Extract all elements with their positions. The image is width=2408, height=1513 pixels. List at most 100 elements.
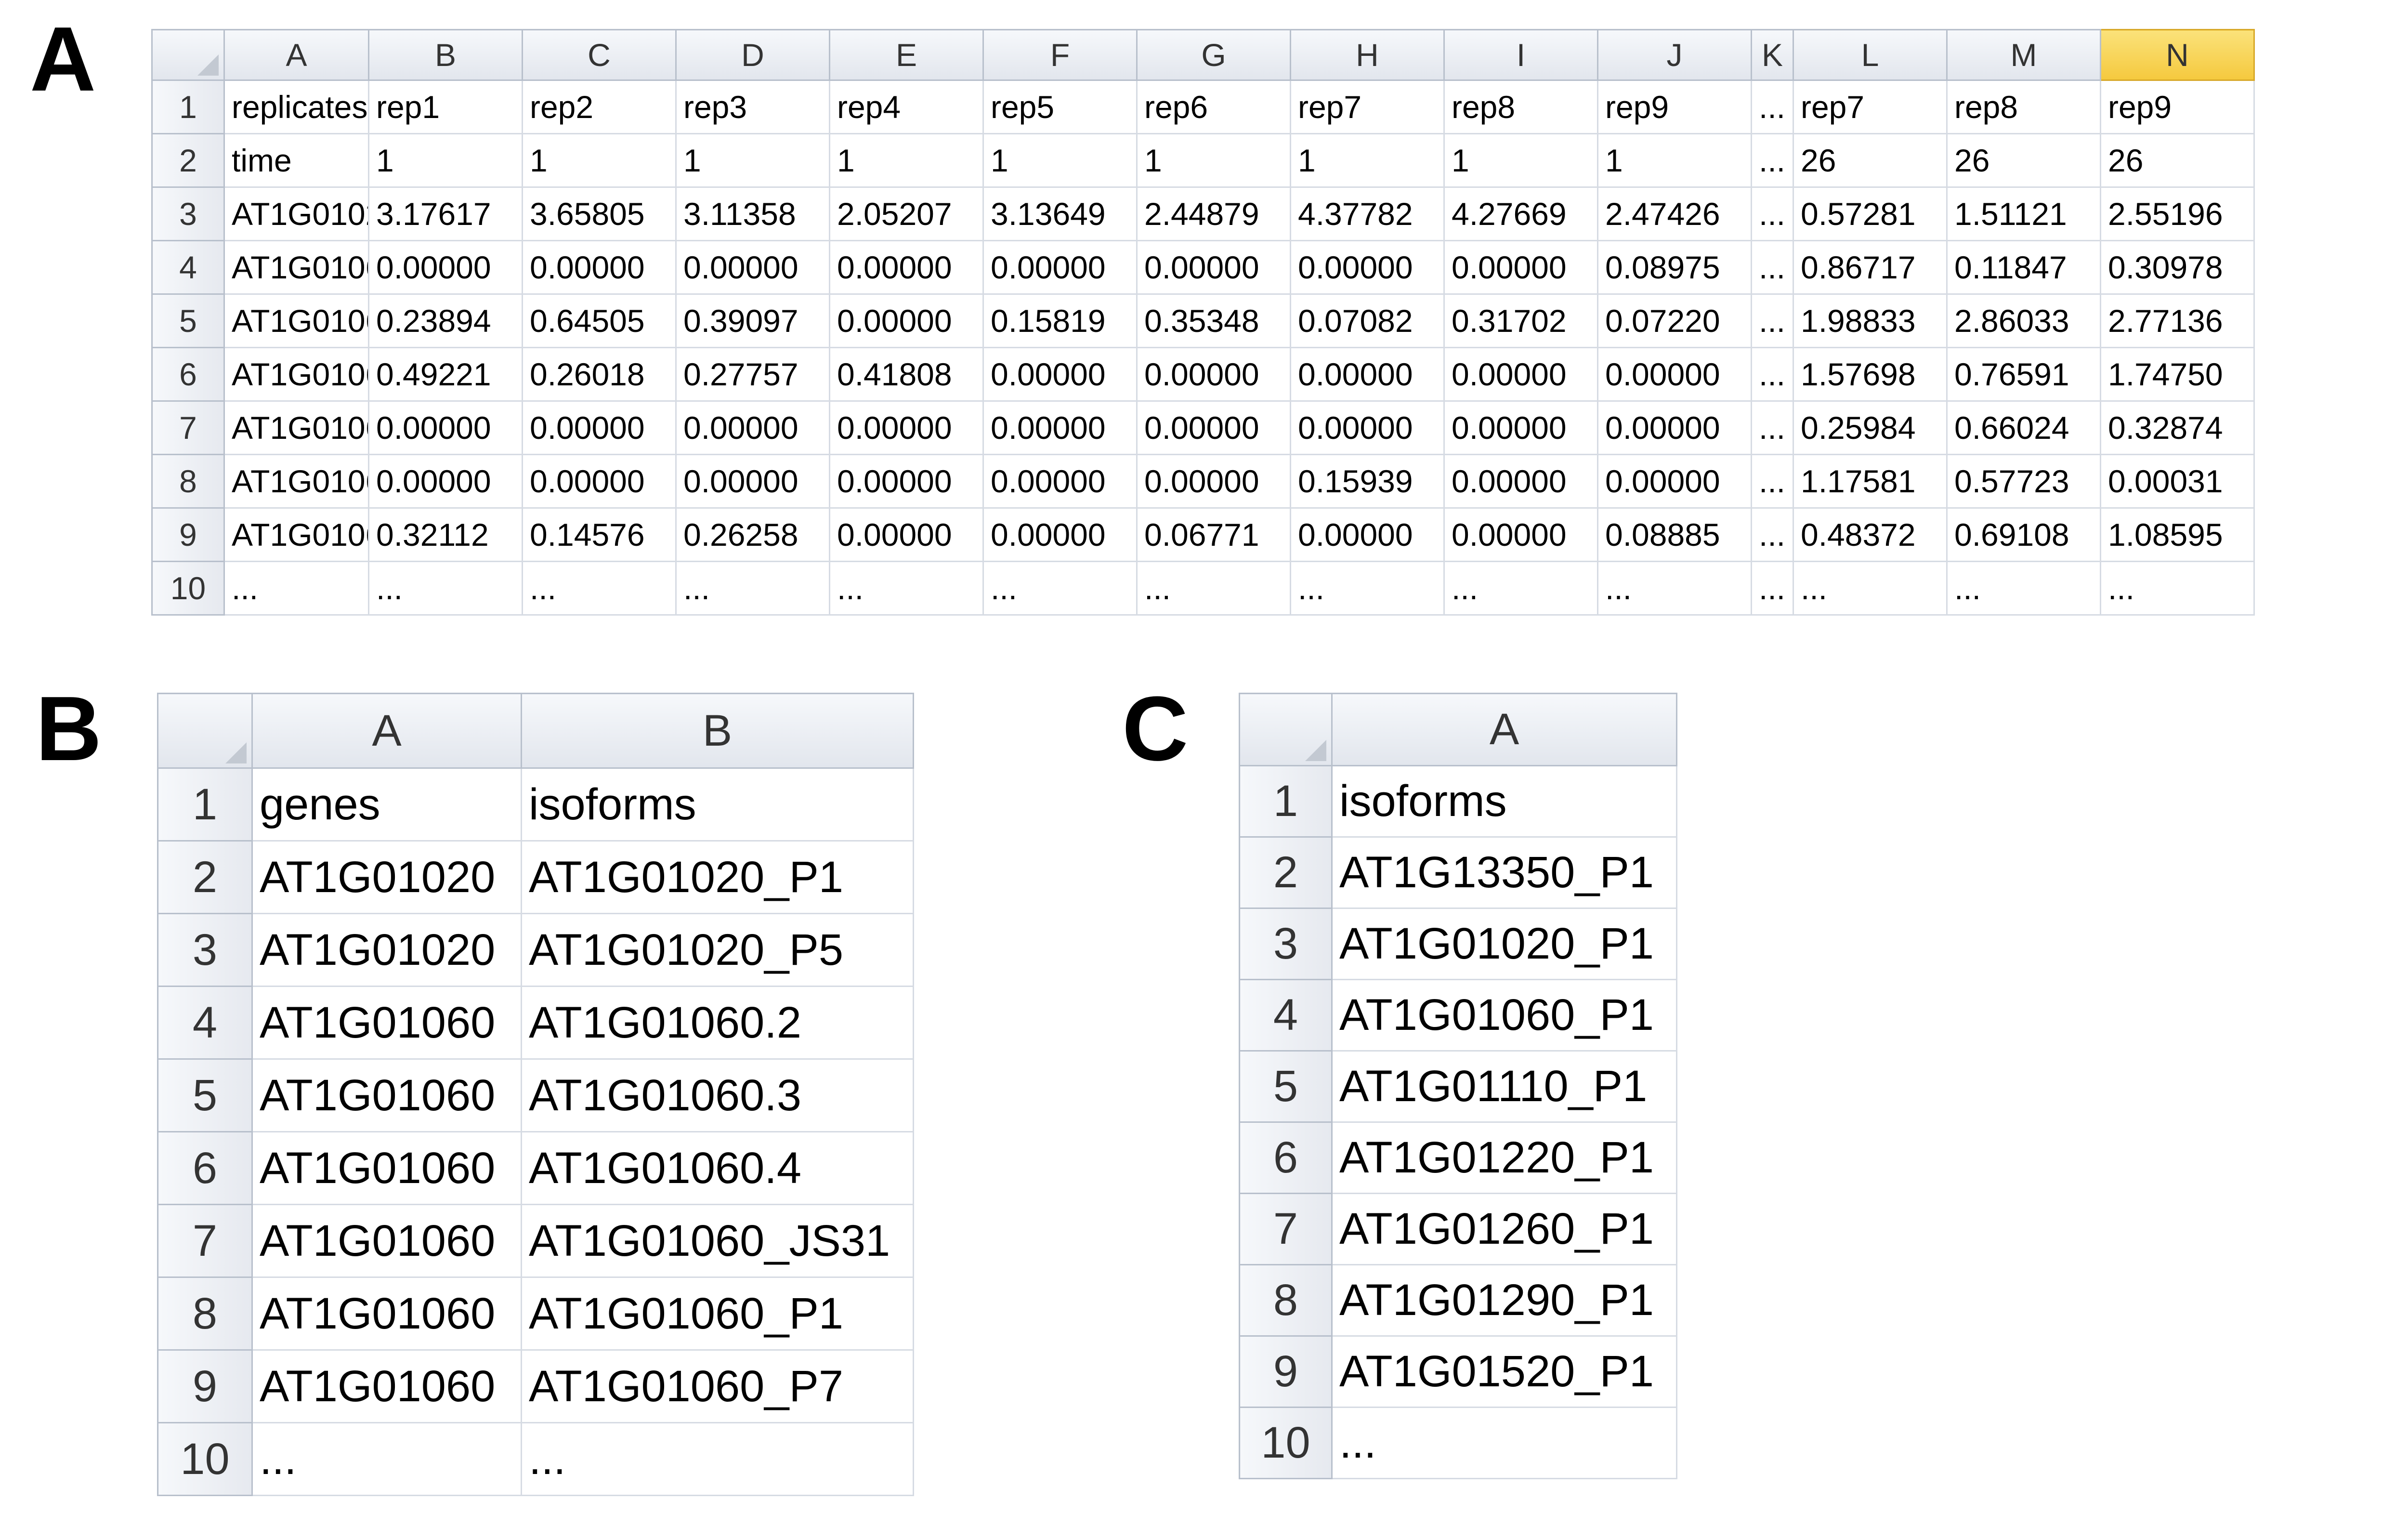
cell-m4[interactable]: 0.11847 — [1946, 240, 2101, 295]
cell-j4[interactable]: 0.08975 — [1597, 240, 1752, 295]
select-all-corner[interactable] — [151, 29, 225, 81]
row-header[interactable]: 7 — [157, 1204, 253, 1278]
row-header[interactable]: 5 — [157, 1058, 253, 1132]
cell-h3[interactable]: 4.37782 — [1290, 186, 1445, 241]
cell-k2[interactable]: ... — [1751, 133, 1794, 188]
cell-i5[interactable]: 0.31702 — [1443, 293, 1598, 348]
cell-a9[interactable]: AT1G01060 — [251, 1349, 522, 1423]
cell-b7[interactable]: AT1G01060_JS31 — [521, 1204, 914, 1278]
column-header-a[interactable]: A — [223, 29, 369, 81]
cell-g8[interactable]: 0.00000 — [1136, 454, 1291, 509]
cell-c1[interactable]: rep2 — [522, 79, 677, 134]
cell-i9[interactable]: 0.00000 — [1443, 507, 1598, 562]
cell-b7[interactable]: 0.00000 — [368, 400, 523, 455]
cell-g5[interactable]: 0.35348 — [1136, 293, 1291, 348]
cell-d3[interactable]: 3.11358 — [675, 186, 830, 241]
cell-a2[interactable]: time — [223, 133, 369, 188]
cell-n2[interactable]: 26 — [2100, 133, 2255, 188]
column-header-e[interactable]: E — [829, 29, 984, 81]
cell-a4[interactable]: AT1G01060.2 — [223, 240, 369, 295]
cell-b6[interactable]: 0.49221 — [368, 347, 523, 402]
cell-e6[interactable]: 0.41808 — [829, 347, 984, 402]
cell-l10[interactable]: ... — [1793, 561, 1948, 616]
cell-b2[interactable]: AT1G01020_P1 — [521, 840, 914, 914]
row-header[interactable]: 8 — [151, 454, 225, 509]
cell-i3[interactable]: 4.27669 — [1443, 186, 1598, 241]
cell-m10[interactable]: ... — [1946, 561, 2101, 616]
cell-d8[interactable]: 0.00000 — [675, 454, 830, 509]
cell-n4[interactable]: 0.30978 — [2100, 240, 2255, 295]
cell-g6[interactable]: 0.00000 — [1136, 347, 1291, 402]
cell-n9[interactable]: 1.08595 — [2100, 507, 2255, 562]
cell-b4[interactable]: 0.00000 — [368, 240, 523, 295]
cell-c9[interactable]: 0.14576 — [522, 507, 677, 562]
row-header[interactable]: 3 — [1239, 908, 1333, 980]
cell-d6[interactable]: 0.27757 — [675, 347, 830, 402]
cell-j1[interactable]: rep9 — [1597, 79, 1752, 134]
cell-a7[interactable]: AT1G01060_JS31 — [223, 400, 369, 455]
cell-c5[interactable]: 0.64505 — [522, 293, 677, 348]
cell-i8[interactable]: 0.00000 — [1443, 454, 1598, 509]
column-header-a[interactable]: A — [1331, 693, 1677, 766]
column-header-b[interactable]: B — [521, 693, 914, 769]
cell-a6[interactable]: AT1G01060.4 — [223, 347, 369, 402]
cell-b1[interactable]: isoforms — [521, 767, 914, 842]
cell-n8[interactable]: 0.00031 — [2100, 454, 2255, 509]
cell-j3[interactable]: 2.47426 — [1597, 186, 1752, 241]
cell-c7[interactable]: 0.00000 — [522, 400, 677, 455]
cell-k4[interactable]: ... — [1751, 240, 1794, 295]
row-header[interactable]: 8 — [157, 1276, 253, 1351]
cell-n5[interactable]: 2.77136 — [2100, 293, 2255, 348]
cell-i1[interactable]: rep8 — [1443, 79, 1598, 134]
cell-k9[interactable]: ... — [1751, 507, 1794, 562]
row-header[interactable]: 8 — [1239, 1264, 1333, 1337]
cell-k5[interactable]: ... — [1751, 293, 1794, 348]
cell-f9[interactable]: 0.00000 — [982, 507, 1138, 562]
cell-a7[interactable]: AT1G01060 — [251, 1204, 522, 1278]
cell-i4[interactable]: 0.00000 — [1443, 240, 1598, 295]
cell-b10[interactable]: ... — [368, 561, 523, 616]
cell-m2[interactable]: 26 — [1946, 133, 2101, 188]
cell-m3[interactable]: 1.51121 — [1946, 186, 2101, 241]
cell-l5[interactable]: 1.98833 — [1793, 293, 1948, 348]
cell-m1[interactable]: rep8 — [1946, 79, 2101, 134]
cell-a6[interactable]: AT1G01220_P1 — [1331, 1121, 1677, 1194]
cell-b10[interactable]: ... — [521, 1422, 914, 1496]
cell-a7[interactable]: AT1G01260_P1 — [1331, 1193, 1677, 1265]
cell-h10[interactable]: ... — [1290, 561, 1445, 616]
row-header[interactable]: 6 — [157, 1131, 253, 1205]
cell-a10[interactable]: ... — [223, 561, 369, 616]
cell-b5[interactable]: 0.23894 — [368, 293, 523, 348]
cell-f1[interactable]: rep5 — [982, 79, 1138, 134]
cell-f8[interactable]: 0.00000 — [982, 454, 1138, 509]
row-header[interactable]: 2 — [157, 840, 253, 914]
cell-j7[interactable]: 0.00000 — [1597, 400, 1752, 455]
column-header-n[interactable]: N — [2100, 29, 2255, 81]
cell-d10[interactable]: ... — [675, 561, 830, 616]
cell-b6[interactable]: AT1G01060.4 — [521, 1131, 914, 1205]
row-header[interactable]: 9 — [1239, 1335, 1333, 1408]
column-header-k[interactable]: K — [1751, 29, 1794, 81]
column-header-f[interactable]: F — [982, 29, 1138, 81]
column-header-g[interactable]: G — [1136, 29, 1291, 81]
row-header[interactable]: 3 — [151, 186, 225, 241]
cell-e8[interactable]: 0.00000 — [829, 454, 984, 509]
cell-k10[interactable]: ... — [1751, 561, 1794, 616]
cell-b8[interactable]: 0.00000 — [368, 454, 523, 509]
cell-j2[interactable]: 1 — [1597, 133, 1752, 188]
cell-d7[interactable]: 0.00000 — [675, 400, 830, 455]
cell-d4[interactable]: 0.00000 — [675, 240, 830, 295]
cell-l7[interactable]: 0.25984 — [1793, 400, 1948, 455]
cell-f3[interactable]: 3.13649 — [982, 186, 1138, 241]
row-header[interactable]: 7 — [1239, 1193, 1333, 1265]
row-header[interactable]: 2 — [151, 133, 225, 188]
row-header[interactable]: 1 — [1239, 765, 1333, 838]
select-all-corner[interactable] — [1239, 693, 1333, 766]
cell-f10[interactable]: ... — [982, 561, 1138, 616]
cell-h2[interactable]: 1 — [1290, 133, 1445, 188]
cell-b9[interactable]: 0.32112 — [368, 507, 523, 562]
cell-j6[interactable]: 0.00000 — [1597, 347, 1752, 402]
cell-f7[interactable]: 0.00000 — [982, 400, 1138, 455]
cell-b1[interactable]: rep1 — [368, 79, 523, 134]
cell-c2[interactable]: 1 — [522, 133, 677, 188]
